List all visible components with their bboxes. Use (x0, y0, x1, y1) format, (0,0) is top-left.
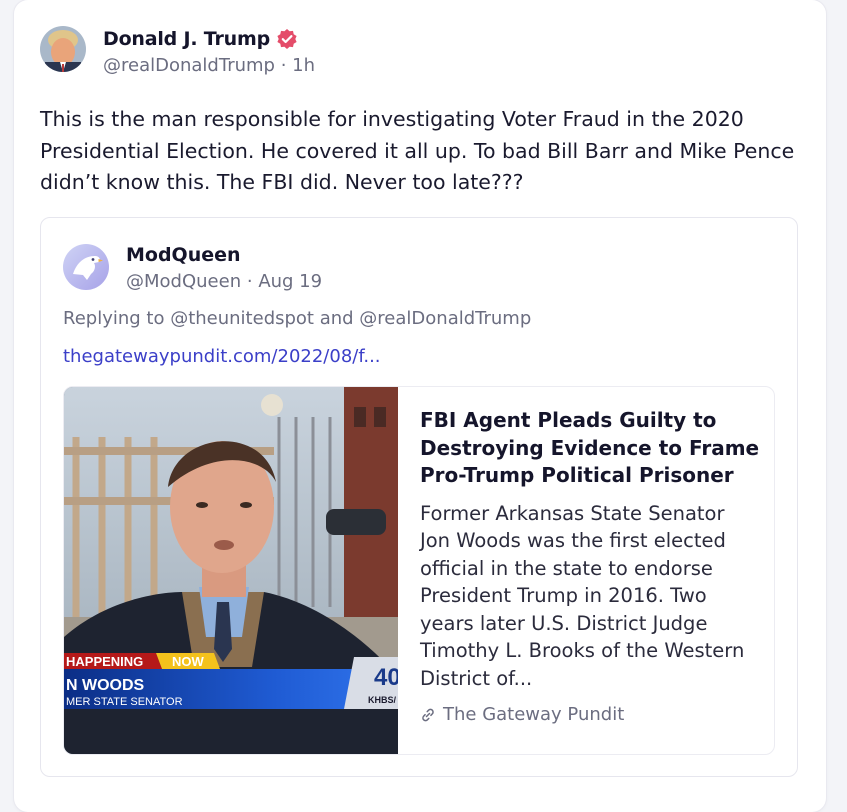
banner-name: N WOODS (66, 677, 145, 694)
author-meta: @realDonaldTrump · 1h (103, 55, 315, 76)
link-preview-thumbnail: HAPPENING NOW N WOODS MER STATE SENATOR … (64, 387, 398, 754)
author-name[interactable]: Donald J. Trump (103, 28, 270, 50)
quoted-post[interactable]: ModQueen @ModQueen · Aug 19 Replying to … (40, 217, 798, 777)
article-link[interactable]: thegatewaypundit.com/2022/08/f... (63, 346, 381, 367)
banner-now: NOW (172, 654, 205, 669)
banner-subtitle: MER STATE SENATOR (66, 696, 183, 708)
link-preview-source-name: The Gateway Pundit (443, 704, 625, 725)
link-preview-description: Former Arkansas State Senator Jon Woods … (420, 501, 745, 690)
verified-badge-icon (276, 28, 298, 50)
link-preview-source[interactable]: The Gateway Pundit (420, 704, 760, 725)
meta-separator: · (280, 55, 287, 76)
station-number: 40 (374, 664, 398, 691)
post-header: Donald J. Trump @realDonaldTrump · 1h (40, 26, 315, 76)
quoted-post-date[interactable]: Aug 19 (258, 271, 322, 292)
link-preview-text: FBI Agent Pleads Guilty to Destroying Ev… (420, 407, 760, 725)
station-call: KHBS/ (368, 695, 397, 705)
link-preview-card[interactable]: HAPPENING NOW N WOODS MER STATE SENATOR … (63, 386, 775, 755)
quoted-post-header: ModQueen @ModQueen · Aug 19 (63, 244, 322, 292)
post-timestamp[interactable]: 1h (292, 55, 315, 76)
quoted-author-avatar[interactable] (63, 244, 109, 290)
post-card[interactable]: Donald J. Trump @realDonaldTrump · 1h Th… (14, 0, 826, 812)
author-handle[interactable]: @realDonaldTrump (103, 55, 275, 76)
replying-to-text: Replying to @theunitedspot and @realDona… (63, 308, 532, 329)
meta-separator: · (246, 271, 253, 292)
banner-happening: HAPPENING (66, 654, 143, 669)
quoted-author-name[interactable]: ModQueen (126, 242, 322, 268)
link-icon (422, 708, 434, 721)
author-avatar[interactable] (40, 26, 86, 72)
quoted-author-handle[interactable]: @ModQueen (126, 271, 241, 292)
post-text: This is the man responsible for investig… (40, 107, 795, 194)
link-preview-title[interactable]: FBI Agent Pleads Guilty to Destroying Ev… (420, 407, 760, 490)
quoted-author-meta: @ModQueen · Aug 19 (126, 271, 322, 292)
